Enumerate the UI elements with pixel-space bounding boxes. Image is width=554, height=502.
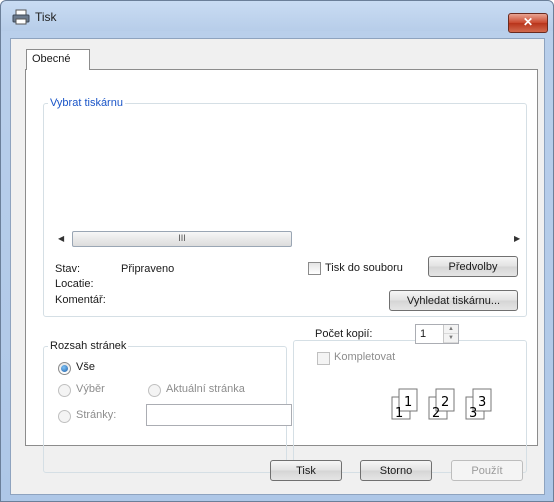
- select-printer-legend: Vybrat tiskárnu: [50, 97, 123, 109]
- print-to-file-checkbox[interactable]: [308, 262, 321, 275]
- range-pages-radio[interactable]: [58, 410, 71, 423]
- close-button[interactable]: ✕: [508, 13, 548, 33]
- collate-page-number: 1: [404, 395, 412, 410]
- page-range-legend: Rozsah stránek: [50, 340, 127, 352]
- print-to-file-label[interactable]: Tisk do souboru: [325, 262, 403, 274]
- range-current-page-radio[interactable]: [148, 384, 161, 397]
- range-current-page-label[interactable]: Aktuální stránka: [166, 383, 245, 395]
- collate-page-number: 2: [441, 395, 449, 410]
- collate-page-number: 3: [478, 395, 486, 410]
- collate-set-1: 1 1: [391, 388, 418, 421]
- copies-label: Počet kopií:: [315, 328, 373, 340]
- collate-illustration-icon: 1 1 2 2 3 3: [391, 388, 492, 421]
- preferences-button[interactable]: Předvolby: [428, 256, 518, 277]
- pages-input[interactable]: [146, 404, 292, 426]
- spin-up-icon[interactable]: ▲: [444, 325, 458, 334]
- collate-checkbox[interactable]: [317, 352, 330, 365]
- scrollbar-thumb[interactable]: III: [72, 231, 292, 247]
- collate-label[interactable]: Kompletovat: [334, 351, 395, 363]
- printer-list-scrollbar[interactable]: ◀ III ▶: [55, 231, 526, 247]
- copies-spinner[interactable]: 1 ▲ ▼: [415, 324, 459, 344]
- scroll-right-icon[interactable]: ▶: [514, 234, 520, 243]
- window-title: Tisk: [35, 10, 57, 24]
- range-all-label[interactable]: Vše: [76, 361, 95, 373]
- collate-page-number: 1: [395, 406, 403, 421]
- dialog-client-area: Obecné Vybrat tiskárnu ◀ III ▶ Stav: Při…: [10, 38, 545, 495]
- location-label: Locatie:: [55, 278, 94, 290]
- status-value: Připraveno: [121, 263, 175, 275]
- status-label: Stav:: [55, 263, 81, 275]
- select-printer-group: Vybrat tiskárnu: [43, 97, 527, 317]
- scroll-left-icon[interactable]: ◀: [58, 234, 64, 243]
- print-dialog-window: Tisk ✕ Obecné Vybrat tiskárnu ◀ III ▶ St…: [0, 0, 554, 502]
- print-button[interactable]: Tisk: [270, 460, 342, 481]
- collate-page-number: 3: [469, 406, 477, 421]
- range-pages-label[interactable]: Stránky:: [76, 409, 116, 421]
- apply-button[interactable]: Použít: [451, 460, 523, 481]
- close-icon: ✕: [522, 15, 534, 29]
- copies-value[interactable]: 1: [420, 328, 426, 340]
- cancel-button[interactable]: Storno: [360, 460, 432, 481]
- title-bar[interactable]: Tisk ✕: [1, 1, 553, 33]
- find-printer-button[interactable]: Vyhledat tiskárnu...: [389, 290, 518, 311]
- printer-icon: [12, 9, 30, 25]
- comment-label: Komentář:: [55, 294, 106, 306]
- collate-set-2: 2 2: [428, 388, 455, 421]
- tab-general[interactable]: Obecné: [26, 49, 90, 70]
- spin-down-icon[interactable]: ▼: [444, 334, 458, 343]
- range-all-radio[interactable]: [58, 362, 71, 375]
- collate-page-number: 2: [432, 406, 440, 421]
- collate-set-3: 3 3: [465, 388, 492, 421]
- range-selection-label[interactable]: Výběr: [76, 383, 105, 395]
- range-selection-radio[interactable]: [58, 384, 71, 397]
